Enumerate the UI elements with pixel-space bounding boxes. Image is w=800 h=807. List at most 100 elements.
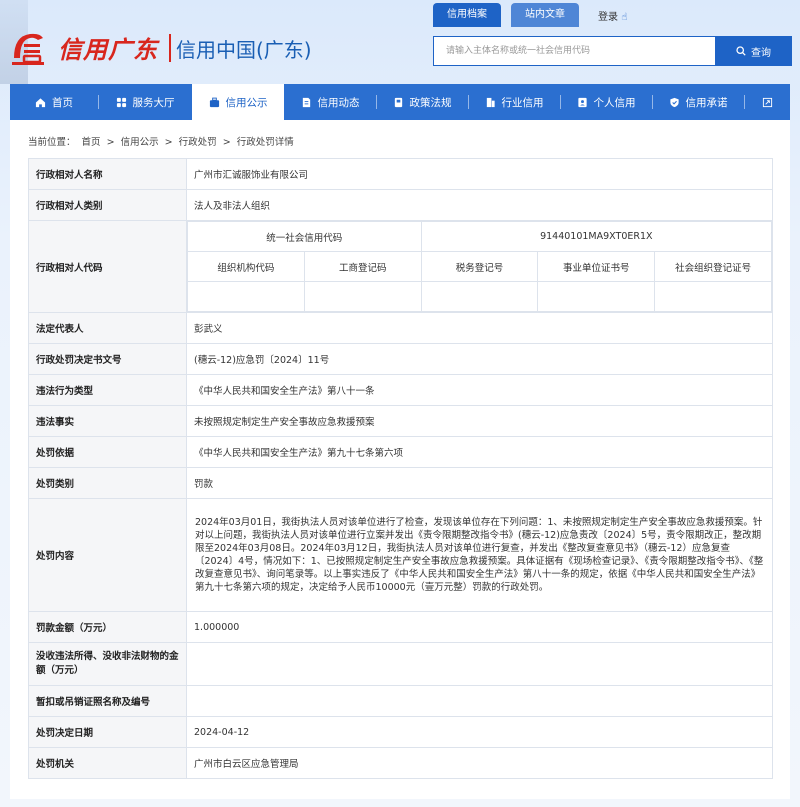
row-label: 处罚类别 <box>28 467 187 499</box>
nav-item-service-hall[interactable]: 服务大厅 <box>98 84 192 120</box>
violation-facts: 未按照规定制定生产安全事故应急救援预案 <box>186 405 773 437</box>
subject-type: 法人及非法人组织 <box>186 189 773 221</box>
confiscation-amount <box>186 642 773 686</box>
nav-item-industry-credit[interactable]: 行业信用 <box>468 84 560 120</box>
table-row: 处罚依据 《中华人民共和国安全生产法》第九十七条第六项 <box>28 436 773 468</box>
book-icon <box>394 97 402 107</box>
logo-script-text: 信用广东 <box>58 35 158 64</box>
table-row: 暂扣或吊销证照名称及编号 <box>28 685 773 717</box>
code-header: 工商登记码 <box>303 251 422 282</box>
search-scope-tabs: 信用档案 站内文章 <box>433 3 579 27</box>
nav-expand-button[interactable] <box>744 84 790 120</box>
breadcrumb: 当前位置： 首页 > 信用公示 > 行政处罚 > 行政处罚详情 <box>28 134 297 148</box>
table-row: 违法行为类型 《中华人民共和国安全生产法》第八十一条 <box>28 374 773 406</box>
nav-label: 信用承诺 <box>685 96 728 109</box>
subject-name: 广州市汇诚服饰业有限公司 <box>186 158 773 190</box>
nav-label: 信用动态 <box>317 96 360 109</box>
decision-doc-number: (穗云-12)应急罚〔2024〕11号 <box>186 343 773 375</box>
search-button-label: 查询 <box>751 47 771 59</box>
nav-label: 信用公示 <box>225 96 268 109</box>
fine-amount: 1.000000 <box>186 611 773 643</box>
code-header: 组织机构代码 <box>187 251 305 282</box>
grid-icon <box>116 97 126 107</box>
content-panel: 当前位置： 首页 > 信用公示 > 行政处罚 > 行政处罚详情 行政相对人名称 … <box>10 120 790 799</box>
breadcrumb-home[interactable]: 首页 <box>82 137 101 148</box>
code-value <box>187 281 305 312</box>
breadcrumb-separator: > <box>164 137 173 148</box>
table-row: 处罚内容 2024年03月01日，我街执法人员对该单位进行了检查，发现该单位存在… <box>28 498 773 612</box>
legal-representative: 彭武义 <box>186 312 773 344</box>
table-row: 处罚类别 罚款 <box>28 467 773 499</box>
search-button[interactable]: 查询 <box>715 36 792 66</box>
home-icon <box>35 97 46 107</box>
nav-label: 政策法规 <box>409 96 452 109</box>
uscc-value: 91440101MA9XT0ER1X <box>420 221 773 252</box>
nav-item-policy[interactable]: 政策法规 <box>376 84 468 120</box>
credit-logo-icon <box>12 33 44 65</box>
nav-item-credit-commitment[interactable]: 信用承诺 <box>652 84 744 120</box>
site-title: 信用中国(广东) <box>176 38 312 62</box>
expand-icon <box>762 97 772 107</box>
tab-credit-archive[interactable]: 信用档案 <box>433 3 501 27</box>
decision-date: 2024-04-12 <box>186 716 773 748</box>
shield-icon <box>669 97 679 107</box>
row-label: 暂扣或吊销证照名称及编号 <box>28 685 187 717</box>
breadcrumb-admin-penalty[interactable]: 行政处罚 <box>179 137 217 148</box>
table-row: 没收违法所得、没收非法财物的金额（万元） <box>28 642 773 686</box>
code-value <box>420 281 539 312</box>
breadcrumb-credit-disclosure[interactable]: 信用公示 <box>121 137 159 148</box>
nav-label: 首页 <box>52 96 73 109</box>
table-row: 罚款金额（万元） 1.000000 <box>28 611 773 643</box>
site-header: 信用广东 信用中国(广东) 信用档案 站内文章 登录 ☝ 查询 <box>0 0 800 84</box>
subject-code-cell: 统一社会信用代码 91440101MA9XT0ER1X 组织机构代码 工商登记码… <box>186 220 773 313</box>
nav-item-credit-disclosure[interactable]: 信用公示 <box>192 84 284 120</box>
row-label: 违法事实 <box>28 405 187 437</box>
nav-item-personal-credit[interactable]: 个人信用 <box>560 84 652 120</box>
row-label: 行政相对人名称 <box>28 158 187 190</box>
code-value <box>303 281 422 312</box>
logo-separator <box>169 34 171 62</box>
briefcase-icon <box>209 97 219 107</box>
table-row: 行政相对人名称 广州市汇诚服饰业有限公司 <box>28 158 773 190</box>
breadcrumb-separator: > <box>106 137 115 148</box>
search-input[interactable] <box>434 37 715 65</box>
row-label: 行政相对人类别 <box>28 189 187 221</box>
code-value <box>537 281 656 312</box>
row-label: 处罚内容 <box>28 498 187 612</box>
row-label: 违法行为类型 <box>28 374 187 406</box>
nav-label: 行业信用 <box>501 96 544 109</box>
breadcrumb-prefix: 当前位置： <box>28 137 76 148</box>
nav-item-credit-news[interactable]: 信用动态 <box>284 84 376 120</box>
code-header: 税务登记号 <box>420 251 539 282</box>
login-label: 登录 <box>598 12 618 23</box>
license-info <box>186 685 773 717</box>
pointer-hand-icon: ☝ <box>621 12 628 23</box>
penalty-authority: 广州市白云区应急管理局 <box>186 747 773 779</box>
row-label: 处罚依据 <box>28 436 187 468</box>
nav-item-home[interactable]: 首页 <box>10 84 98 120</box>
uscc-label: 统一社会信用代码 <box>187 221 422 252</box>
table-row: 处罚决定日期 2024-04-12 <box>28 716 773 748</box>
search-icon <box>736 46 746 56</box>
table-row: 违法事实 未按照规定制定生产安全事故应急救援预案 <box>28 405 773 437</box>
row-label: 罚款金额（万元） <box>28 611 187 643</box>
table-row: 行政相对人类别 法人及非法人组织 <box>28 189 773 221</box>
row-label: 处罚决定日期 <box>28 716 187 748</box>
breadcrumb-separator: > <box>222 137 231 148</box>
row-label: 行政处罚决定书文号 <box>28 343 187 375</box>
nav-label: 个人信用 <box>593 96 636 109</box>
penalty-content: 2024年03月01日，我街执法人员对该单位进行了检查，发现该单位存在下列问题：… <box>186 498 773 612</box>
subject-code-table: 统一社会信用代码 91440101MA9XT0ER1X 组织机构代码 工商登记码… <box>187 221 773 312</box>
table-row: 行政处罚决定书文号 (穗云-12)应急罚〔2024〕11号 <box>28 343 773 375</box>
row-label: 处罚机关 <box>28 747 187 779</box>
breadcrumb-current: 行政处罚详情 <box>236 137 294 148</box>
nav-label: 服务大厅 <box>132 96 175 109</box>
tab-site-articles[interactable]: 站内文章 <box>511 3 579 27</box>
violation-type: 《中华人民共和国安全生产法》第八十一条 <box>186 374 773 406</box>
penalty-category: 罚款 <box>186 467 773 499</box>
login-link[interactable]: 登录 ☝ <box>598 8 627 23</box>
document-icon <box>302 97 310 107</box>
table-row: 法定代表人 彭武义 <box>28 312 773 344</box>
table-row: 行政相对人代码 统一社会信用代码 91440101MA9XT0ER1X 组织机构… <box>28 220 773 313</box>
search-box <box>433 36 715 66</box>
